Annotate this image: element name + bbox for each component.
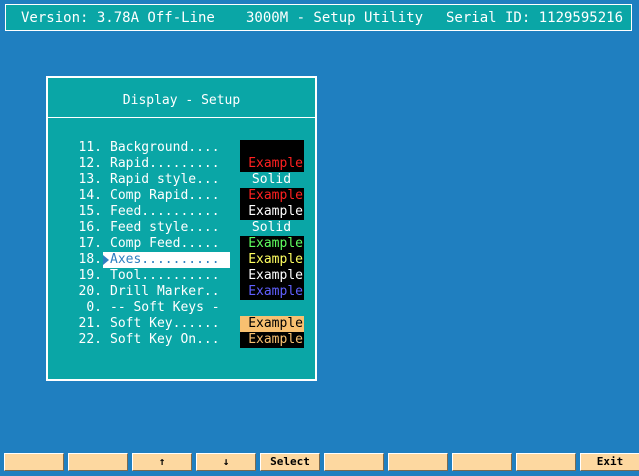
color-sample[interactable]: Example [240, 316, 304, 332]
setup-item-number: 20. [78, 284, 102, 299]
color-sample[interactable]: Example [240, 204, 304, 220]
serial-id-text: Serial ID: 1129595216 [446, 10, 624, 26]
color-sample[interactable]: Solid [240, 220, 304, 236]
softkey-f7-button[interactable] [388, 453, 448, 471]
setup-item-row[interactable]: 11. Background.... [48, 140, 315, 156]
setup-item-row[interactable]: 19. Tool.......... Example [48, 268, 315, 284]
setup-item-number: 18. [78, 252, 102, 267]
setup-item-number: 14. [78, 188, 102, 203]
panel-title: Display - Setup [122, 93, 241, 108]
title-bar: Version: 3.78A Off-Line 3000M - Setup Ut… [5, 4, 632, 31]
setup-item-row[interactable]: 17. Comp Feed..... Example [48, 236, 315, 252]
color-sample[interactable]: Solid [240, 172, 304, 188]
setup-item-label[interactable]: -- Soft Keys - [103, 300, 230, 316]
setup-item-number: 13. [78, 172, 102, 187]
setup-item-row[interactable]: 20. Drill Marker.. Example [48, 284, 315, 300]
setup-item-label[interactable]: Axes.......... [103, 252, 230, 268]
setup-item-row[interactable]: 0. -- Soft Keys - [48, 300, 315, 316]
setup-item-row[interactable]: 18. Axes.......... Example [48, 252, 315, 268]
softkey-bar: ↑ ↓ Select Exit [0, 453, 639, 473]
setup-item-number: 16. [78, 220, 102, 235]
setup-item-label[interactable]: Comp Feed..... [103, 236, 230, 252]
color-sample[interactable]: Example [240, 156, 304, 172]
setup-item-label[interactable]: Rapid......... [103, 156, 230, 172]
setup-item-number: 12. [78, 156, 102, 171]
softkey-f1-button[interactable] [4, 453, 64, 471]
softkey-f2-button[interactable] [68, 453, 128, 471]
setup-item-label[interactable]: Rapid style... [103, 172, 230, 188]
setup-item-number: 21. [78, 316, 102, 331]
setup-item-row[interactable]: 14. Comp Rapid.... Example [48, 188, 315, 204]
setup-item-row[interactable]: 13. Rapid style... Solid [48, 172, 315, 188]
setup-item-row[interactable]: 15. Feed.......... Example [48, 204, 315, 220]
setup-item-label[interactable]: Soft Key On... [103, 332, 230, 348]
softkey-f6-button[interactable] [324, 453, 384, 471]
softkey-up-button[interactable]: ↑ [132, 453, 192, 471]
selection-pointer-icon [103, 255, 109, 265]
setup-item-number: 15. [78, 204, 102, 219]
setup-item-number: 19. [78, 268, 102, 283]
color-sample[interactable] [240, 140, 304, 156]
setup-item-row[interactable]: 21. Soft Key...... Example [48, 316, 315, 332]
setup-item-label[interactable]: Tool.......... [103, 268, 230, 284]
color-sample[interactable]: Example [240, 252, 304, 268]
version-text: Version: 3.78A Off-Line [21, 10, 215, 26]
softkey-exit-button[interactable]: Exit [580, 453, 639, 471]
color-sample[interactable]: Example [240, 332, 304, 348]
color-sample[interactable]: Example [240, 284, 304, 300]
setup-item-number: 11. [78, 140, 102, 155]
setup-item-number: 0. [86, 300, 102, 315]
display-setup-panel: Display - Setup 11. Background.... 12. Rapi… [46, 76, 317, 381]
setup-item-row[interactable]: 12. Rapid......... Example [48, 156, 315, 172]
setup-item-label[interactable]: Comp Rapid.... [103, 188, 230, 204]
setup-item-label[interactable]: Background.... [103, 140, 230, 156]
app-title: 3000M - Setup Utility [246, 10, 424, 26]
setup-item-label[interactable]: Feed.......... [103, 204, 230, 220]
softkey-select-button[interactable]: Select [260, 453, 320, 471]
setup-item-row[interactable]: 16. Feed style.... Solid [48, 220, 315, 236]
panel-divider [48, 117, 315, 118]
setup-item-number: 17. [78, 236, 102, 251]
color-sample[interactable]: Example [240, 268, 304, 284]
softkey-down-button[interactable]: ↓ [196, 453, 256, 471]
setup-item-number: 22. [78, 332, 102, 347]
setup-item-label[interactable]: Soft Key...... [103, 316, 230, 332]
color-sample[interactable]: Example [240, 188, 304, 204]
softkey-f9-button[interactable] [516, 453, 576, 471]
softkey-f8-button[interactable] [452, 453, 512, 471]
color-sample[interactable]: Example [240, 236, 304, 252]
setup-item-label[interactable]: Feed style.... [103, 220, 230, 236]
setup-item-label[interactable]: Drill Marker.. [103, 284, 230, 300]
setup-item-row[interactable]: 22. Soft Key On... Example [48, 332, 315, 348]
